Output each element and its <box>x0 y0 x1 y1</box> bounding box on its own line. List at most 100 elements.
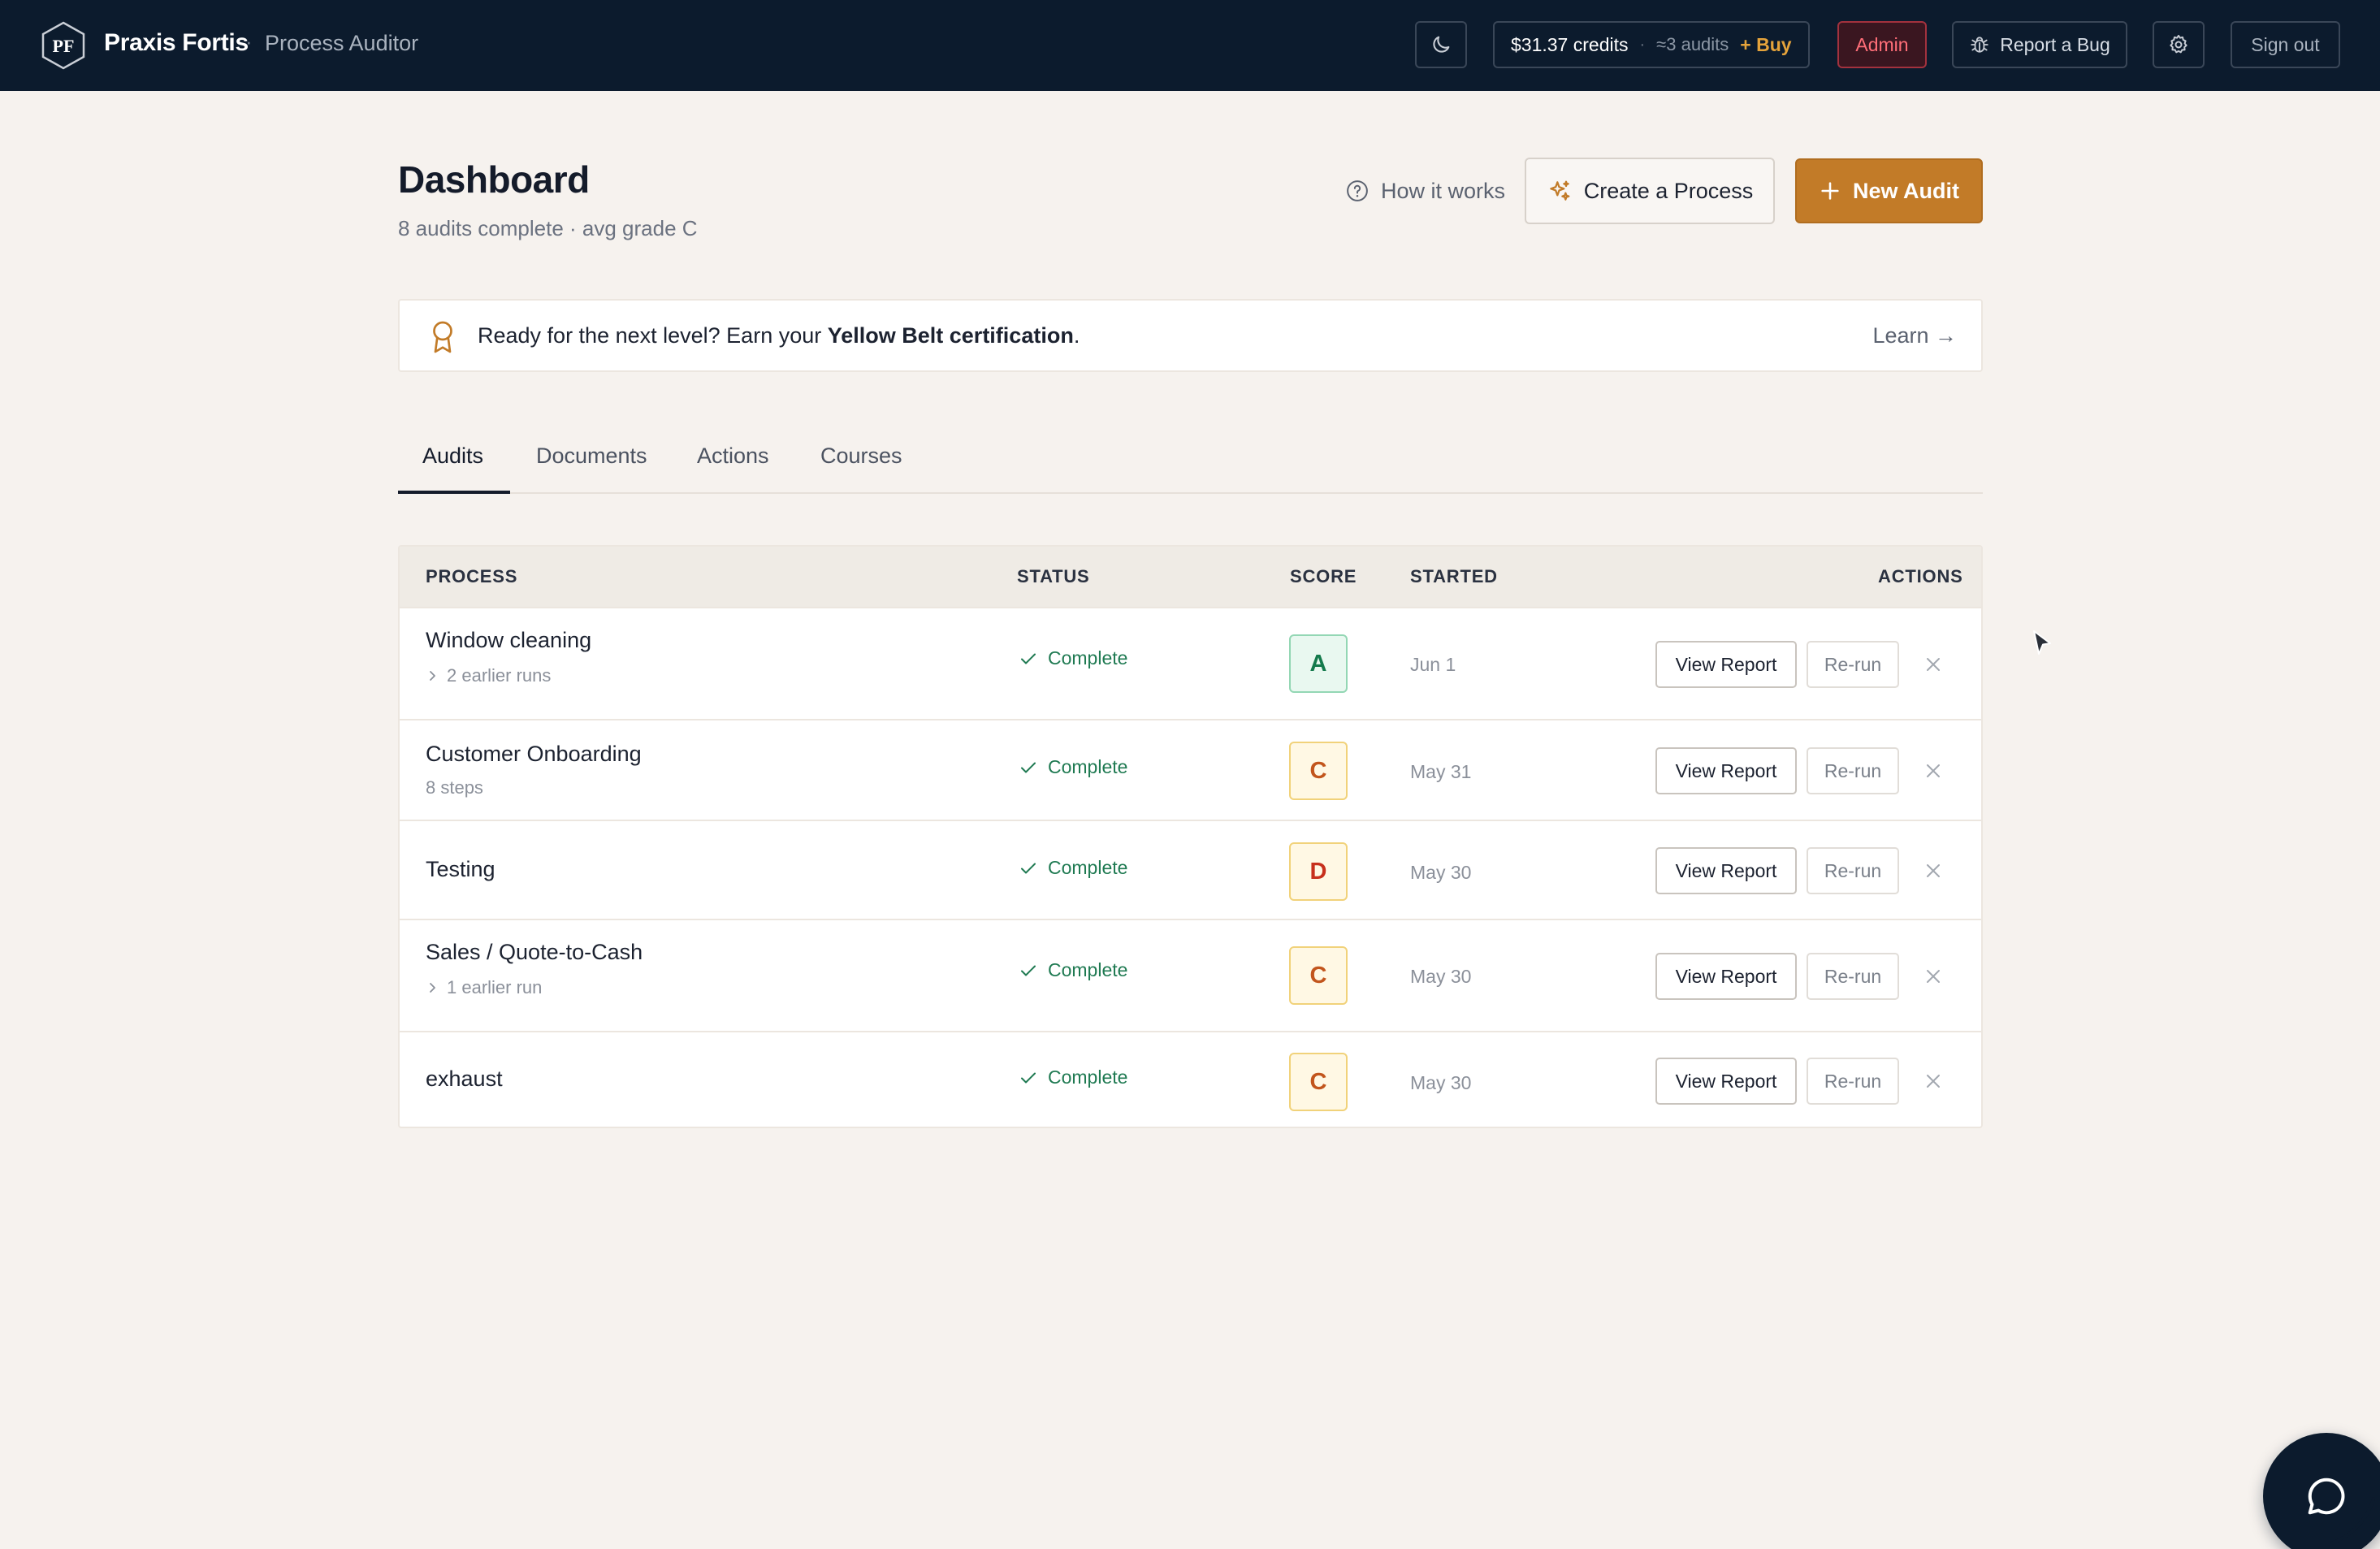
status-label: Complete <box>1048 857 1128 878</box>
yellow-belt-highlight: Yellow Belt certification <box>827 323 1074 348</box>
how-it-works-link[interactable]: How it works <box>1345 177 1505 205</box>
close-icon <box>1927 764 1940 777</box>
column-actions: ACTIONS <box>1878 566 1963 586</box>
status-badge: Complete <box>1019 959 1127 981</box>
status-badge: Complete <box>1019 647 1127 669</box>
tab-courses[interactable]: Courses <box>820 443 902 469</box>
table-row: Sales / Quote-to-Cash 1 earlier run Comp… <box>400 919 1981 1031</box>
view-report-button[interactable]: View Report <box>1655 641 1797 688</box>
column-score: SCORE <box>1290 566 1357 586</box>
score-grade: D <box>1289 842 1348 901</box>
status-badge: Complete <box>1019 756 1127 778</box>
mouse-cursor-icon <box>2033 630 2051 655</box>
admin-button[interactable]: Admin <box>1837 21 1927 68</box>
started-date: Jun 1 <box>1410 654 1456 675</box>
rerun-button[interactable]: Re-run <box>1807 641 1899 688</box>
table-header: PROCESS STATUS SCORE STARTED ACTIONS <box>400 547 1981 607</box>
status-label: Complete <box>1048 647 1128 668</box>
page-title: Dashboard <box>398 158 590 201</box>
audits-table: PROCESS STATUS SCORE STARTED ACTIONS Win… <box>398 545 1983 1128</box>
brand-logo[interactable]: PF <box>41 21 86 70</box>
create-process-label: Create a Process <box>1583 178 1754 203</box>
award-ribbon-icon <box>433 321 452 353</box>
view-report-button[interactable]: View Report <box>1655 1058 1797 1105</box>
credits-amount: $31.37 credits <box>1511 33 1629 55</box>
how-it-works-label: How it works <box>1381 178 1506 203</box>
process-name[interactable]: Sales / Quote-to-Cash <box>426 940 643 965</box>
chevron-right-icon <box>430 671 435 681</box>
theme-toggle-button[interactable] <box>1415 21 1467 68</box>
banner-learn-link[interactable]: Learn → <box>1872 323 1957 348</box>
process-name[interactable]: exhaust <box>426 1067 503 1092</box>
delete-button[interactable] <box>1917 960 1949 993</box>
banner-prefix: Ready for the next level? Earn your <box>478 323 828 348</box>
check-icon <box>1021 1072 1036 1083</box>
score-grade: A <box>1289 634 1348 693</box>
top-navbar: PF Praxis Fortis · Process Auditor $31.3… <box>0 0 2380 91</box>
table-row: Window cleaning 2 earlier runs Complete … <box>400 607 1981 719</box>
rerun-button[interactable]: Re-run <box>1807 747 1899 794</box>
check-icon <box>1021 863 1036 873</box>
table-row: Customer Onboarding 8 steps Complete C M… <box>400 719 1981 820</box>
started-date: May 30 <box>1410 1072 1472 1093</box>
score-grade: C <box>1289 1053 1348 1111</box>
tab-audits[interactable]: Audits <box>422 443 483 469</box>
view-report-button[interactable]: View Report <box>1655 847 1797 894</box>
tab-actions[interactable]: Actions <box>697 443 769 469</box>
rerun-button[interactable]: Re-run <box>1807 1058 1899 1105</box>
page-subtitle: 8 audits complete · avg grade C <box>398 216 698 240</box>
column-status: STATUS <box>1017 566 1090 586</box>
plus-icon <box>1821 182 1839 200</box>
status-badge: Complete <box>1019 857 1127 879</box>
delete-button[interactable] <box>1917 855 1949 887</box>
delete-button[interactable] <box>1917 1065 1949 1097</box>
rerun-button[interactable]: Re-run <box>1807 847 1899 894</box>
settings-button[interactable] <box>2153 21 2205 68</box>
report-bug-button[interactable]: Report a Bug <box>1952 21 2127 68</box>
started-date: May 30 <box>1410 966 1472 987</box>
step-count-label: 8 steps <box>426 777 483 798</box>
check-icon <box>1021 653 1036 664</box>
check-icon <box>1021 965 1036 976</box>
moon-icon <box>1433 36 1450 53</box>
buy-credits-link[interactable]: + Buy <box>1740 34 1791 56</box>
process-name[interactable]: Customer Onboarding <box>426 742 642 767</box>
close-icon <box>1927 1075 1940 1088</box>
score-grade: C <box>1289 742 1348 800</box>
process-name[interactable]: Window cleaning <box>426 628 591 653</box>
score-grade: C <box>1289 946 1348 1005</box>
tab-documents[interactable]: Documents <box>536 443 647 469</box>
brand-name[interactable]: Praxis Fortis <box>104 29 249 57</box>
chevron-right-icon <box>430 983 435 993</box>
active-tab-indicator <box>398 491 510 494</box>
credits-separator: · <box>1639 35 1646 54</box>
started-date: May 30 <box>1410 862 1472 883</box>
delete-button[interactable] <box>1917 648 1949 681</box>
rerun-button[interactable]: Re-run <box>1807 953 1899 1000</box>
credits-badge[interactable]: $31.37 credits · ≈3 audits + Buy <box>1493 21 1810 68</box>
sparkle-icon <box>1549 180 1570 201</box>
table-row: exhaust Complete C May 30 View Report Re… <box>400 1031 1981 1127</box>
step-count: 8 steps <box>426 777 483 798</box>
close-icon <box>1927 970 1940 983</box>
sign-out-button[interactable]: Sign out <box>2231 21 2340 68</box>
process-name[interactable]: Testing <box>426 857 495 882</box>
view-report-button[interactable]: View Report <box>1655 953 1797 1000</box>
column-started: STARTED <box>1410 566 1498 586</box>
dashboard-tabs: Audits Documents Actions Courses <box>398 434 1983 494</box>
new-audit-button[interactable]: New Audit <box>1795 158 1983 223</box>
close-icon <box>1927 864 1940 877</box>
gear-icon <box>2170 34 2187 54</box>
status-label: Complete <box>1048 959 1128 980</box>
delete-button[interactable] <box>1917 755 1949 787</box>
window-resize-corner-icon <box>2328 1497 2375 1546</box>
earlier-runs-toggle[interactable]: 2 earlier runs <box>426 665 551 686</box>
started-date: May 31 <box>1410 761 1472 782</box>
create-process-button[interactable]: Create a Process <box>1525 158 1775 224</box>
view-report-button[interactable]: View Report <box>1655 747 1797 794</box>
logo-text: PF <box>53 36 75 56</box>
new-audit-label: New Audit <box>1853 178 1959 203</box>
earlier-runs-toggle[interactable]: 1 earlier run <box>426 977 542 998</box>
bug-icon <box>1971 37 1988 53</box>
check-icon <box>1021 762 1036 772</box>
